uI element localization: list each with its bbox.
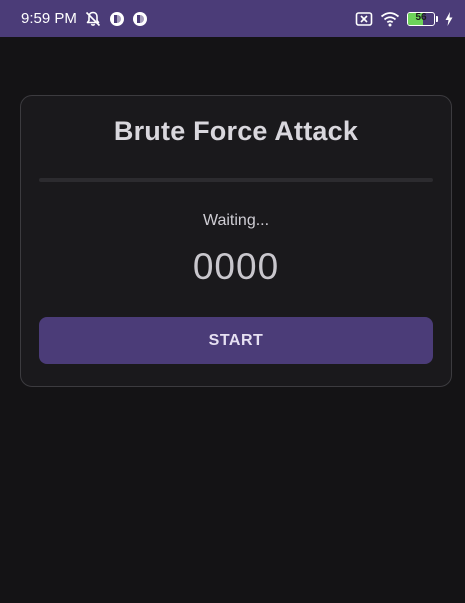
card-title: Brute Force Attack (113, 116, 359, 146)
brute-force-card: Brute Force Attack Waiting... 0000 START (20, 95, 452, 387)
progress-bar (39, 178, 433, 182)
battery-icon: 56 (407, 11, 438, 26)
wifi-icon (380, 11, 400, 27)
pin-display: 0000 (192, 246, 280, 287)
status-text: Waiting... (202, 212, 270, 229)
start-button[interactable]: START (39, 317, 433, 364)
status-bar-left: 9:59 PM (21, 10, 148, 28)
app-indicator-icon (109, 11, 125, 27)
notifications-off-icon (84, 10, 102, 28)
battery-level: 56 (415, 11, 427, 23)
status-time: 9:59 PM (21, 10, 77, 27)
app-indicator-icon (132, 11, 148, 27)
status-bar-right: 56 (355, 11, 453, 27)
charging-icon (445, 11, 453, 26)
status-bar: 9:59 PM 56 (0, 0, 465, 37)
no-sim-icon (355, 11, 373, 27)
